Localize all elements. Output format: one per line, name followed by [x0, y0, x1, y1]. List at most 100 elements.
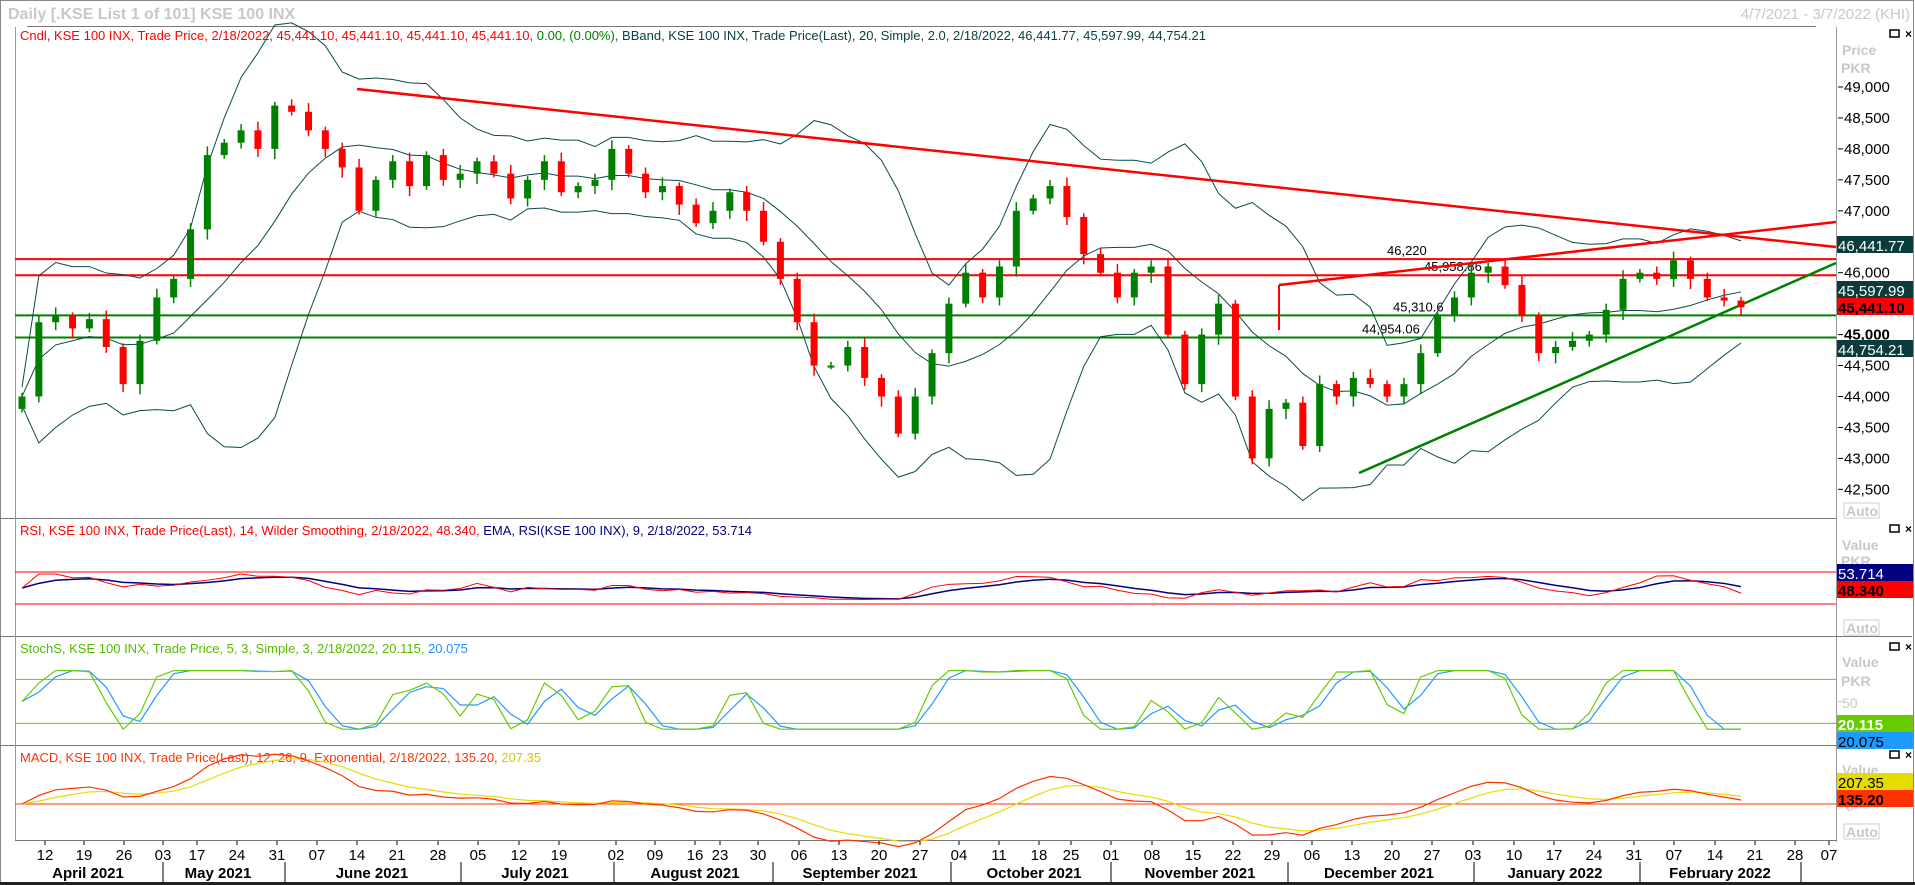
legend-bband: BBand, KSE 100 INX, Trade Price(Last), 2…	[622, 28, 1206, 43]
candle-body	[69, 316, 77, 329]
value-tag: 44,754.21	[1838, 342, 1905, 359]
candle-body	[658, 186, 666, 193]
candle-body	[726, 192, 734, 211]
candle-body	[1720, 297, 1728, 301]
day-tick-label: 13	[831, 847, 848, 864]
month-label: December 2021	[1324, 865, 1434, 882]
candle-body	[237, 130, 245, 143]
stoch-legend: StochS, KSE 100 INX, Trade Price, 5, 3, …	[20, 641, 468, 656]
candle-body	[692, 204, 700, 224]
day-tick-label: 17	[189, 847, 206, 864]
candle-body	[1484, 266, 1492, 273]
candle-body	[1316, 384, 1324, 447]
legend-change: 0.00, (0.00%),	[537, 28, 622, 43]
candle-body	[507, 173, 515, 199]
level-label: 46,220	[1387, 243, 1427, 258]
month-label: February 2022	[1669, 865, 1771, 882]
candle-body	[625, 148, 633, 174]
candle-body	[170, 278, 178, 298]
candle-body	[35, 322, 43, 397]
stoch-axis-title: Value	[1842, 654, 1879, 670]
month-label: July 2021	[501, 865, 569, 882]
legend-rsi: RSI, KSE 100 INX, Trade Price(Last), 14,…	[20, 523, 483, 538]
candle-body	[153, 297, 161, 341]
day-tick-label: 07	[1666, 847, 1683, 864]
macd-auto-scale-button[interactable]: Auto	[1843, 823, 1880, 840]
month-label: May 2021	[185, 865, 252, 882]
legend-rsi-ema: EMA, RSI(KSE 100 INX), 9, 2/18/2022, 53.…	[483, 523, 752, 538]
candle-body	[524, 179, 532, 199]
day-tick-label: 03	[155, 847, 172, 864]
candle-body	[608, 148, 616, 180]
candle-body	[642, 173, 650, 193]
candle-body	[1164, 266, 1172, 335]
close-icon[interactable]: ×	[1905, 522, 1912, 536]
candle-body	[1299, 402, 1307, 447]
day-tick-label: 16	[687, 847, 704, 864]
day-tick-label: 01	[1103, 847, 1120, 864]
level-label: 44,954.06	[1362, 321, 1420, 336]
candle-body	[187, 229, 195, 279]
candle-body	[321, 130, 329, 149]
candle-body	[1282, 402, 1290, 409]
day-tick-label: 19	[76, 847, 93, 864]
candle-body	[439, 155, 447, 180]
candle-body	[1417, 353, 1425, 385]
candle-body	[288, 105, 296, 112]
candle-body	[743, 192, 751, 211]
close-icon[interactable]: ×	[1905, 640, 1912, 654]
legend-stoch-d: 20.075	[428, 641, 468, 656]
candle-body	[1080, 216, 1088, 255]
month-label: August 2021	[650, 865, 739, 882]
candle-body	[1147, 266, 1155, 273]
price-tick-label: 47,000	[1844, 203, 1890, 220]
candle-body	[591, 179, 599, 187]
day-tick-label: 20	[871, 847, 888, 864]
value-tag: 20.075	[1838, 734, 1884, 751]
day-tick-label: 24	[1586, 847, 1603, 864]
candle-body	[1636, 272, 1644, 279]
candle-body	[220, 142, 228, 156]
price-tick-label: 44,500	[1844, 358, 1890, 375]
day-tick-label: 14	[1707, 847, 1724, 864]
candle-body	[1737, 300, 1745, 308]
day-tick-label: 06	[791, 847, 808, 864]
candle-body	[979, 272, 987, 298]
value-tag: 135.20	[1838, 792, 1884, 809]
month-label: November 2021	[1145, 865, 1256, 882]
candle-body	[1518, 285, 1526, 317]
month-label: January 2022	[1507, 865, 1602, 882]
day-tick-label: 28	[430, 847, 447, 864]
day-tick-label: 22	[1225, 847, 1242, 864]
day-tick-label: 08	[1144, 847, 1161, 864]
day-tick-label: 07	[309, 847, 326, 864]
candle-body	[271, 105, 279, 149]
auto-scale-button[interactable]: Auto	[1843, 502, 1880, 519]
candle-body	[1349, 377, 1357, 397]
month-label: October 2021	[986, 865, 1081, 882]
day-tick-label: 12	[511, 847, 528, 864]
legend-candle: Cndl, KSE 100 INX, Trade Price, 2/18/202…	[20, 28, 537, 43]
day-tick-label: 09	[647, 847, 664, 864]
close-icon[interactable]: ×	[1905, 748, 1912, 762]
candle-body	[557, 161, 565, 193]
close-icon[interactable]: ×	[1905, 27, 1912, 41]
candle-body	[911, 396, 919, 434]
candle-body	[540, 161, 548, 180]
candle-body	[473, 161, 481, 174]
price-tick-label: 42,500	[1844, 481, 1890, 498]
price-tick-label: 43,500	[1844, 419, 1890, 436]
candle-body	[574, 186, 582, 193]
value-tag: 207.35	[1838, 775, 1884, 792]
candle-body	[1467, 272, 1475, 298]
candle-body	[995, 266, 1003, 298]
candle-body	[1400, 384, 1408, 397]
auto-label: Auto	[1846, 503, 1878, 519]
day-tick-label: 05	[470, 847, 487, 864]
auto-label: Auto	[1846, 620, 1878, 636]
rsi-auto-scale-button[interactable]: Auto	[1843, 619, 1880, 636]
candle-body	[1568, 340, 1576, 347]
day-tick-label: 04	[951, 847, 968, 864]
window-title: Daily [.KSE List 1 of 101] KSE 100 INX	[8, 6, 296, 23]
candle-body	[827, 365, 835, 368]
